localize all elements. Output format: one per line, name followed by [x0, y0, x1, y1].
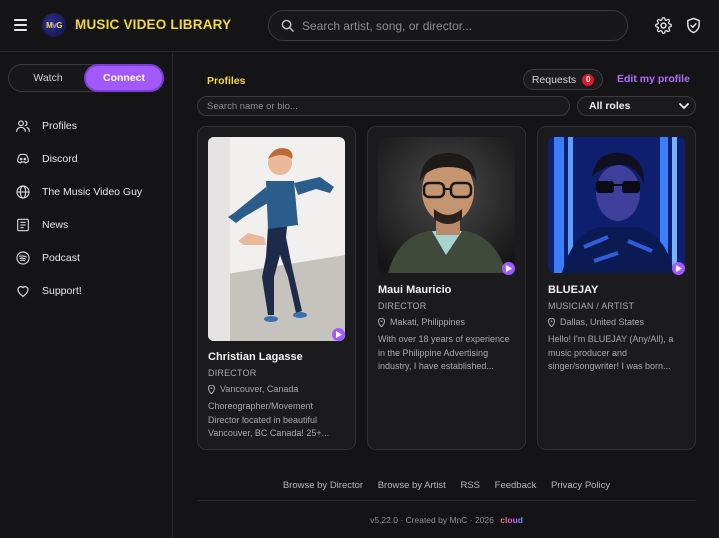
heart-icon: [17, 285, 29, 297]
search-bar[interactable]: [268, 10, 628, 41]
shield-check-icon[interactable]: [685, 17, 702, 34]
tab-profiles[interactable]: Profiles: [207, 75, 246, 87]
footer-meta: v5.22.0 · Created by MnC · 2026 cloud: [197, 515, 696, 525]
sidebar-item-music-video-guy[interactable]: The Music Video Guy: [0, 175, 172, 208]
search-input[interactable]: [302, 18, 602, 33]
location-text: Dallas, United States: [560, 317, 645, 327]
discord-icon: [17, 153, 29, 164]
profile-name[interactable]: Maui Mauricio: [378, 284, 451, 296]
profile-search-input[interactable]: [197, 96, 570, 116]
footer-link-rss[interactable]: RSS: [460, 480, 480, 491]
sidebar-nav: Profiles Discord The Music Video Guy New…: [0, 109, 172, 307]
menu-icon[interactable]: [14, 19, 27, 31]
location-text: Makati, Philippines: [390, 317, 466, 327]
profile-card[interactable]: BLUEJAY MUSICIAN / ARTIST Dallas, United…: [537, 126, 696, 450]
location-text: Vancouver, Canada: [220, 384, 299, 394]
profile-photo: [548, 137, 685, 273]
sidebar-item-discord[interactable]: Discord: [0, 142, 172, 175]
main-content: Profiles Requests 0 Edit my profile All …: [173, 53, 719, 538]
role-filter-select[interactable]: All roles: [577, 96, 696, 116]
play-icon[interactable]: [332, 328, 345, 341]
footer-links: Browse by Director Browse by Artist RSS …: [197, 480, 696, 491]
profile-role: DIRECTOR: [378, 301, 427, 311]
sidebar-item-label: Profiles: [42, 119, 78, 132]
newspaper-icon: [17, 218, 29, 231]
footer-link-feedback[interactable]: Feedback: [495, 480, 537, 491]
footer-link-browse-director[interactable]: Browse by Director: [283, 480, 363, 491]
sidebar-item-label: News: [42, 218, 69, 231]
play-icon[interactable]: [502, 262, 515, 275]
profile-bio: Hello! I'm BLUEJAY (Any/All), a music pr…: [548, 334, 674, 371]
top-header: MvG MUSIC VIDEO LIBRARY: [0, 0, 719, 52]
requests-button[interactable]: Requests 0: [523, 69, 603, 90]
sidebar-item-profiles[interactable]: Profiles: [0, 109, 172, 142]
profile-name[interactable]: BLUEJAY: [548, 284, 598, 296]
app-title[interactable]: MUSIC VIDEO LIBRARY: [75, 17, 231, 32]
toggle-watch[interactable]: Watch: [9, 65, 87, 91]
profile-location: Vancouver, Canada: [208, 384, 298, 394]
profile-role: DIRECTOR: [208, 368, 257, 378]
profile-role: MUSICIAN / ARTIST: [548, 301, 635, 311]
play-icon[interactable]: [672, 262, 685, 275]
sidebar-item-support[interactable]: Support!: [0, 274, 172, 307]
profile-photo: [378, 137, 515, 273]
location-pin-icon: [548, 317, 555, 327]
profile-photo: [208, 137, 345, 341]
users-icon: [16, 119, 30, 132]
cloud-brand[interactable]: cloud: [500, 515, 523, 525]
footer-divider: [197, 500, 696, 501]
location-pin-icon: [378, 317, 385, 327]
profile-bio: With over 18 years of experience in the …: [378, 334, 510, 371]
profile-card[interactable]: Christian Lagasse DIRECTOR Vancouver, Ca…: [197, 126, 356, 450]
sidebar-item-label: The Music Video Guy: [42, 185, 143, 198]
toggle-connect[interactable]: Connect: [86, 66, 162, 90]
sidebar-item-podcast[interactable]: Podcast: [0, 241, 172, 274]
chevron-down-icon: [679, 103, 689, 109]
sidebar-item-label: Podcast: [42, 251, 80, 264]
gear-icon[interactable]: [655, 17, 672, 34]
app-logo[interactable]: MvG: [42, 13, 66, 37]
sidebar: Watch Connect Profiles Discord The Music…: [0, 53, 173, 538]
location-pin-icon: [208, 384, 215, 394]
requests-label: Requests: [531, 73, 577, 86]
sidebar-item-news[interactable]: News: [0, 208, 172, 241]
profile-name[interactable]: Christian Lagasse: [208, 351, 303, 363]
edit-profile-link[interactable]: Edit my profile: [617, 73, 690, 85]
profile-bio: Choreographer/Movement Director located …: [208, 401, 330, 438]
watch-connect-toggle[interactable]: Watch Connect: [8, 64, 164, 92]
sidebar-item-label: Discord: [42, 152, 78, 165]
profile-card[interactable]: Maui Mauricio DIRECTOR Makati, Philippin…: [367, 126, 526, 450]
role-filter-value: All roles: [589, 100, 631, 112]
sidebar-item-label: Support!: [42, 284, 82, 297]
globe-icon: [16, 184, 30, 199]
requests-count-badge: 0: [582, 73, 595, 86]
profile-location: Makati, Philippines: [378, 317, 465, 327]
version-text: v5.22.0 · Created by MnC · 2026: [370, 515, 494, 525]
search-icon: [281, 19, 294, 32]
profile-location: Dallas, United States: [548, 317, 644, 327]
footer-link-privacy[interactable]: Privacy Policy: [551, 480, 610, 491]
spotify-icon: [16, 250, 30, 265]
footer-link-browse-artist[interactable]: Browse by Artist: [378, 480, 446, 491]
